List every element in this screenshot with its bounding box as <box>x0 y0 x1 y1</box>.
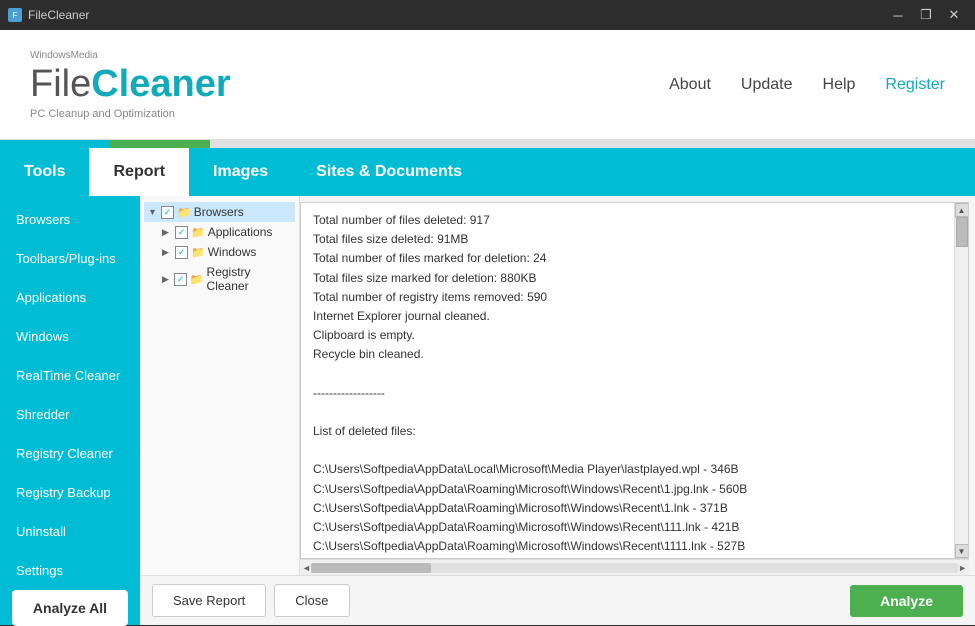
tree-folder-icon-browsers: 📁 <box>177 206 191 219</box>
tree-label-browsers: Browsers <box>194 205 244 219</box>
tab-bar: Tools Report Images Sites & Documents <box>0 148 975 196</box>
bottom-bar: Save Report Close Analyze <box>140 575 975 625</box>
header: WindowsMedia File Cleaner PC Cleanup and… <box>0 30 975 140</box>
logo-name: File Cleaner <box>30 63 231 106</box>
tree-item-browsers[interactable]: ▼ ✓ 📁 Browsers <box>144 202 295 222</box>
sidebar-item-realtime[interactable]: RealTime Cleaner <box>0 356 140 395</box>
title-text: FileCleaner <box>28 8 89 22</box>
logo-file-text: File <box>30 63 91 106</box>
vscroll-thumb[interactable] <box>956 217 968 247</box>
tab-tools[interactable]: Tools <box>0 148 89 196</box>
analyze-all-button[interactable]: Analyze All <box>12 590 128 626</box>
tree-label-applications: Applications <box>208 225 273 239</box>
sidebar-item-windows[interactable]: Windows <box>0 317 140 356</box>
tree-expand-windows[interactable]: ▶ <box>162 247 172 258</box>
logo-section: WindowsMedia File Cleaner PC Cleanup and… <box>30 50 231 120</box>
minimize-button[interactable]: ─ <box>885 4 911 26</box>
tab-report[interactable]: Report <box>89 148 189 196</box>
tree-checkbox-browsers[interactable]: ✓ <box>161 206 174 219</box>
sidebar: Browsers Toolbars/Plug-ins Applications … <box>0 196 140 625</box>
title-bar: F FileCleaner ─ ❐ ✕ <box>0 0 975 30</box>
tree-panel: ▼ ✓ 📁 Browsers ▶ ✓ 📁 Applications ▶ ✓ 📁 <box>140 196 300 575</box>
report-scroll-area[interactable]: Total number of files deleted: 917 Total… <box>301 203 954 558</box>
content-area: ▼ ✓ 📁 Browsers ▶ ✓ 📁 Applications ▶ ✓ 📁 <box>140 196 975 575</box>
tree-expand-browsers[interactable]: ▼ <box>148 207 158 217</box>
tree-expand-registry[interactable]: ▶ <box>162 274 171 285</box>
header-nav: About Update Help Register <box>669 76 945 94</box>
tree-item-applications[interactable]: ▶ ✓ 📁 Applications <box>144 222 295 242</box>
sidebar-item-browsers[interactable]: Browsers <box>0 200 140 239</box>
tree-item-windows[interactable]: ▶ ✓ 📁 Windows <box>144 242 295 262</box>
save-report-button[interactable]: Save Report <box>152 584 266 617</box>
app-icon: F <box>8 8 22 22</box>
restore-button[interactable]: ❐ <box>913 4 939 26</box>
nav-help[interactable]: Help <box>823 76 856 94</box>
nav-update[interactable]: Update <box>741 76 793 94</box>
tree-folder-icon-applications: 📁 <box>191 226 205 239</box>
progress-cyan <box>0 140 110 148</box>
tab-sites-docs[interactable]: Sites & Documents <box>292 148 486 196</box>
sidebar-item-uninstall[interactable]: Uninstall <box>0 512 140 551</box>
tree-label-windows: Windows <box>208 245 257 259</box>
report-text: Total number of files deleted: 917 Total… <box>313 211 942 558</box>
sidebar-item-registry-backup[interactable]: Registry Backup <box>0 473 140 512</box>
tree-checkbox-registry[interactable]: ✓ <box>174 273 186 286</box>
hscroll-left-btn[interactable]: ◄ <box>302 563 311 573</box>
close-button[interactable]: ✕ <box>941 4 967 26</box>
hscroll-right-btn[interactable]: ► <box>958 563 967 573</box>
report-vscrollbar[interactable]: ▲ ▼ <box>954 203 968 558</box>
logo-tagline: PC Cleanup and Optimization <box>30 108 231 120</box>
sidebar-item-settings[interactable]: Settings <box>0 551 140 590</box>
main-content: Browsers Toolbars/Plug-ins Applications … <box>0 196 975 625</box>
nav-about[interactable]: About <box>669 76 711 94</box>
tree-checkbox-windows[interactable]: ✓ <box>175 246 188 259</box>
sidebar-item-shredder[interactable]: Shredder <box>0 395 140 434</box>
progress-bar <box>0 140 975 148</box>
hscroll-track <box>311 563 958 573</box>
sidebar-item-registry-cleaner[interactable]: Registry Cleaner <box>0 434 140 473</box>
hscroll-thumb[interactable] <box>311 563 431 573</box>
tree-item-registry-cleaner[interactable]: ▶ ✓ 📁 Registry Cleaner <box>144 262 295 296</box>
vscroll-down-btn[interactable]: ▼ <box>955 544 969 558</box>
tree-checkbox-applications[interactable]: ✓ <box>175 226 188 239</box>
analyze-button[interactable]: Analyze <box>850 585 963 617</box>
progress-green <box>110 140 210 148</box>
logo-cleaner-text: Cleaner <box>91 63 230 106</box>
vscroll-track <box>955 217 969 544</box>
tab-images[interactable]: Images <box>189 148 292 196</box>
close-button[interactable]: Close <box>274 584 349 617</box>
right-panel: ▼ ✓ 📁 Browsers ▶ ✓ 📁 Applications ▶ ✓ 📁 <box>140 196 975 625</box>
tree-folder-icon-registry: 📁 <box>190 273 204 286</box>
nav-register[interactable]: Register <box>885 76 945 94</box>
tree-label-registry: Registry Cleaner <box>207 265 291 293</box>
tree-expand-applications[interactable]: ▶ <box>162 227 172 238</box>
window-controls: ─ ❐ ✕ <box>885 4 967 26</box>
sidebar-item-toolbars[interactable]: Toolbars/Plug-ins <box>0 239 140 278</box>
report-hscrollbar[interactable]: ◄ ► <box>300 559 969 575</box>
tree-folder-icon-windows: 📁 <box>191 246 205 259</box>
sidebar-item-applications[interactable]: Applications <box>0 278 140 317</box>
logo-brand: WindowsMedia <box>30 50 231 61</box>
vscroll-up-btn[interactable]: ▲ <box>955 203 969 217</box>
